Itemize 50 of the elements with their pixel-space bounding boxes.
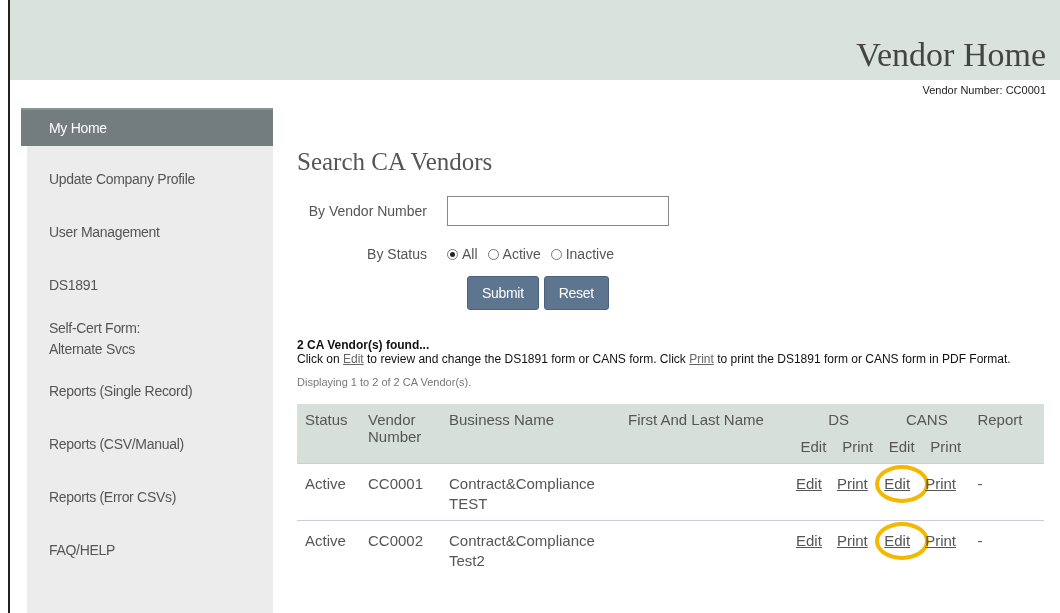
sidebar-item[interactable]: User Management — [27, 206, 273, 259]
column-header: Print — [922, 432, 970, 464]
sidebar-item[interactable]: Reports (Single Record) — [27, 365, 273, 418]
radio-label: All — [462, 246, 478, 262]
table-cell: CC0002 — [360, 520, 441, 578]
column-header: Status — [297, 404, 360, 464]
radio-label: Inactive — [565, 246, 614, 262]
radio-label: Active — [502, 246, 541, 262]
sidebar-item[interactable]: Reports (Error CSVs) — [27, 471, 273, 524]
table-cell: CC0001 — [360, 463, 441, 521]
sidebar-item[interactable]: DS1891 — [27, 259, 273, 312]
table-link[interactable]: Edit — [884, 475, 911, 492]
field-label: By Vendor Number — [307, 203, 428, 219]
table-cell: - — [969, 520, 1044, 578]
sidebar-item[interactable]: Update Company Profile — [27, 153, 273, 206]
table-cell: Contract&Compliance Test2 — [441, 520, 620, 578]
column-header: Edit — [793, 432, 834, 464]
sidebar-item[interactable]: Self-Cert Form: Alternate Svcs — [27, 312, 273, 365]
vendor-number: Vendor Number: CC0001 — [921, 83, 1047, 96]
column-header: Business Name — [441, 404, 620, 464]
table-cell: Contract&Compliance TEST — [441, 463, 620, 521]
sidebar-item[interactable]: My Home — [21, 108, 273, 146]
column-header: Vendor Number — [360, 404, 441, 464]
column-header: CANS — [881, 404, 970, 432]
inline-link[interactable]: Edit — [343, 352, 364, 366]
column-header: First And Last Name — [620, 404, 793, 464]
table-cell: Active — [297, 463, 360, 521]
sidebar-item[interactable]: FAQ/HELP — [27, 524, 273, 577]
table-link[interactable]: Print — [836, 532, 868, 549]
submit-button[interactable]: Submit — [467, 276, 539, 310]
table-link[interactable]: Print — [836, 475, 868, 492]
results-count: 2 CA Vendor(s) found... — [297, 338, 431, 352]
vendor-number-field[interactable] — [447, 196, 669, 226]
inline-link[interactable]: Print — [689, 352, 714, 366]
column-header: DS — [793, 404, 882, 432]
field-label: By Status — [366, 246, 428, 262]
paging-text: Displaying 1 to 2 of 2 CA Vendor(s). — [297, 376, 473, 388]
column-header: Report — [969, 404, 1044, 464]
table-link[interactable]: Edit — [884, 532, 911, 549]
table-cell: Active — [297, 520, 360, 578]
reset-button[interactable]: Reset — [543, 276, 609, 310]
table-link[interactable]: Edit — [796, 475, 822, 492]
section-title: Search CA Vendors — [297, 148, 494, 176]
page-title: Vendor Home — [856, 36, 1046, 75]
instructions-text: Click on Edit to review and change the DS1891 form or CANS form. Click Print to print the DS1891 form or CANS form in PDF Format. — [297, 352, 1012, 366]
column-header: Edit — [881, 432, 923, 464]
table-cell: - — [969, 463, 1044, 521]
column-header: Print — [833, 432, 882, 464]
sidebar-item[interactable]: Reports (CSV/Manual) — [27, 418, 273, 471]
table-link[interactable]: Edit — [796, 532, 822, 549]
